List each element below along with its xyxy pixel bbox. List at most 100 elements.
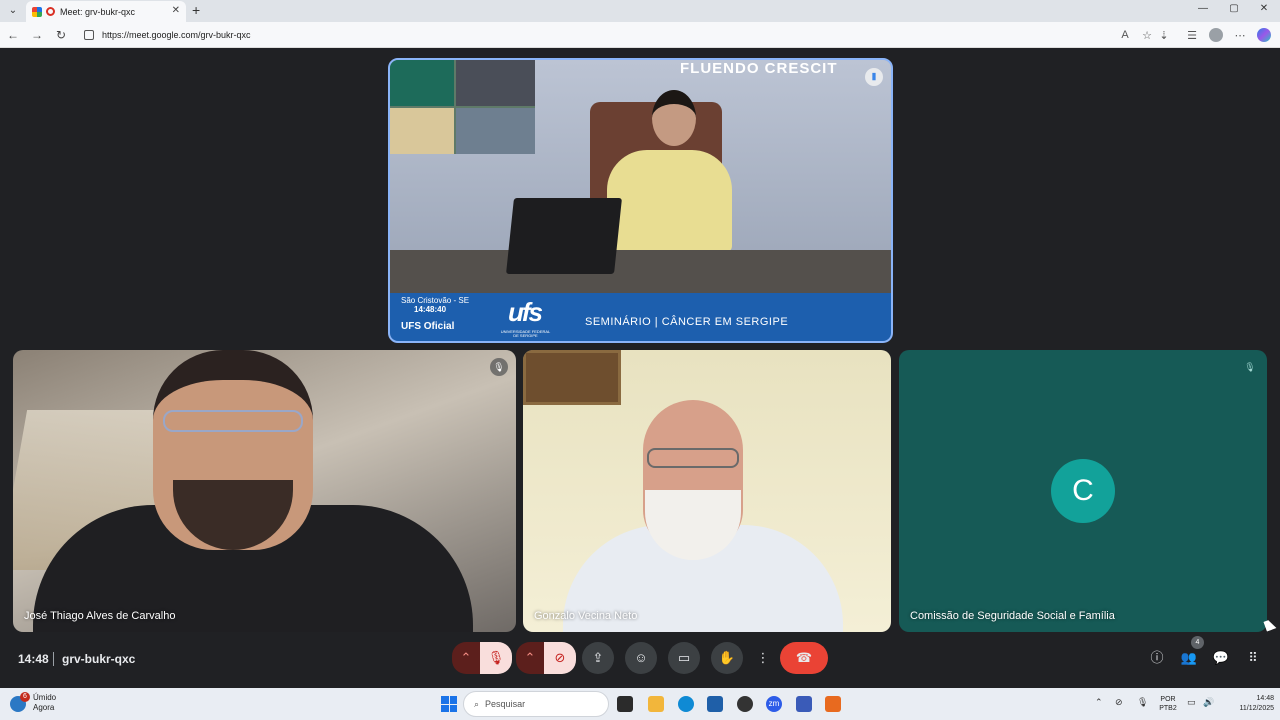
- activities-icon[interactable]: ⠿: [1243, 648, 1263, 668]
- reactions-button[interactable]: ☺: [625, 642, 657, 674]
- clock-date: 11/12/2025: [1239, 705, 1274, 712]
- stream-location: São Cristovão - SE: [401, 296, 470, 305]
- wall-motto: FLUENDO CRESCIT: [680, 60, 838, 77]
- maximize-button[interactable]: ▢: [1227, 3, 1241, 14]
- leave-call-button[interactable]: ☎: [780, 642, 828, 674]
- taskbar-search[interactable]: ⌕ Pesquisar: [463, 691, 609, 717]
- tray-mic-icon[interactable]: 🎙: [1137, 697, 1148, 708]
- download-icon[interactable]: ⇣: [1157, 29, 1171, 42]
- profile-avatar[interactable]: [1209, 28, 1223, 42]
- network-icon[interactable]: ▭: [1187, 697, 1196, 708]
- stream-laptop: [506, 198, 622, 274]
- address-bar[interactable]: https://meet.google.com/grv-bukr-qxc: [78, 25, 1178, 45]
- favorite-star-icon[interactable]: ☆: [1140, 29, 1154, 42]
- stream-time: 14:48:40: [414, 305, 447, 314]
- meet-favicon-icon: [32, 6, 42, 17]
- weather-label: Úmido: [33, 693, 57, 702]
- participant-name: Gonzalo Vecina Neto: [534, 610, 638, 622]
- audio-options-chevron-icon[interactable]: ⌃: [452, 642, 480, 674]
- present-screen-button[interactable]: ⇪: [582, 642, 614, 674]
- weather-badge: 6: [20, 692, 30, 702]
- task-view-icon[interactable]: [617, 696, 633, 712]
- url-text: https://meet.google.com/grv-bukr-qxc: [102, 30, 251, 40]
- weather-widget[interactable]: Úmido Agora: [33, 693, 56, 713]
- speaking-indicator-icon: ⦀: [865, 68, 883, 86]
- video-options-chevron-icon[interactable]: ⌃: [516, 642, 544, 674]
- tab-close-icon[interactable]: ✕: [172, 5, 180, 16]
- recording-icon: [46, 7, 55, 16]
- tray-overflow-icon[interactable]: ⌃: [1095, 697, 1103, 708]
- teams-icon[interactable]: [796, 696, 812, 712]
- search-icon: ⌕: [474, 698, 480, 709]
- raise-hand-button[interactable]: ✋: [711, 642, 743, 674]
- stream-desk: [390, 250, 891, 295]
- tray-app-icon[interactable]: ⊘: [1115, 697, 1123, 708]
- avatar: C: [1051, 459, 1115, 523]
- stream-speaker: [607, 150, 732, 252]
- glasses: [163, 410, 303, 432]
- participant-name: José Thiago Alves de Carvalho: [24, 610, 176, 622]
- people-icon[interactable]: 👥: [1179, 648, 1199, 668]
- keyboard-layout-label: PTB2: [1159, 705, 1177, 712]
- file-explorer-icon[interactable]: [648, 696, 664, 712]
- stream-banner: São Cristovão - SE 14:48:40 UFS Oficial …: [390, 293, 891, 341]
- favorites-icon[interactable]: ☰: [1185, 29, 1199, 42]
- reload-icon[interactable]: ↻: [54, 28, 68, 42]
- beard: [173, 480, 293, 550]
- stream-channel: UFS Oficial: [401, 321, 455, 332]
- mic-toggle-button[interactable]: 🎙: [480, 642, 512, 674]
- captions-button[interactable]: ▭: [668, 642, 700, 674]
- store-icon[interactable]: [707, 696, 723, 712]
- participant-tile[interactable]: Gonzalo Vecina Neto: [523, 350, 891, 632]
- stream-inset-grid: [390, 60, 535, 154]
- volume-icon[interactable]: 🔊: [1203, 697, 1214, 708]
- meet-control-bar: 14:48 grv-bukr-qxc ⌃ 🎙 ⌃ ⊘ ⇪ ☺ ▭ ✋ ⋮ ☎ ⓘ…: [3, 636, 1277, 686]
- mic-off-icon: 🎙: [490, 358, 508, 376]
- chat-icon[interactable]: 💬: [1211, 648, 1231, 668]
- more-options-button[interactable]: ⋮: [754, 642, 772, 674]
- presentation-tile[interactable]: FLUENDO CRESCIT São Cristovão - SE 14:48…: [388, 58, 893, 343]
- camera-toggle-button[interactable]: ⊘: [544, 642, 576, 674]
- more-icon[interactable]: ⋯: [1233, 29, 1247, 42]
- language-label: POR: [1160, 696, 1176, 703]
- browser-tab-strip: ⌄ Meet: grv-bukr-qxc ✕ + — ▢ ✕: [0, 0, 1280, 22]
- participant-count-badge: 4: [1191, 636, 1204, 649]
- site-info-icon[interactable]: [84, 30, 94, 40]
- minimize-button[interactable]: —: [1196, 3, 1210, 14]
- copilot-icon[interactable]: [1257, 28, 1271, 42]
- search-placeholder: Pesquisar: [485, 699, 526, 709]
- meeting-info-icon[interactable]: ⓘ: [1147, 648, 1167, 668]
- participant-face: [153, 350, 313, 550]
- mic-off-icon: 🎙: [1244, 362, 1256, 372]
- app-icon[interactable]: [737, 696, 753, 712]
- participant-face: [643, 400, 743, 560]
- tab-meet[interactable]: Meet: grv-bukr-qxc ✕: [26, 1, 186, 22]
- snipping-tool-icon[interactable]: [825, 696, 841, 712]
- stream-speaker-head: [652, 90, 696, 146]
- meeting-clock: 14:48: [18, 652, 49, 666]
- clock-time: 14:48: [1256, 695, 1274, 702]
- tab-list-icon[interactable]: ⌄: [6, 4, 20, 18]
- tab-title: Meet: grv-bukr-qxc: [60, 6, 136, 17]
- new-tab-button[interactable]: +: [192, 2, 200, 18]
- ufs-logo-subtitle: UNIVERSIDADE FEDERAL DE SERGIPE: [500, 329, 551, 338]
- meet-stage: FLUENDO CRESCIT São Cristovão - SE 14:48…: [3, 49, 1277, 686]
- close-window-button[interactable]: ✕: [1257, 3, 1271, 14]
- system-clock[interactable]: 14:48 11/12/2025: [1224, 694, 1274, 714]
- zoom-icon[interactable]: zm: [766, 696, 782, 712]
- participant-tile[interactable]: 🎙 José Thiago Alves de Carvalho: [13, 350, 516, 632]
- divider: [53, 652, 54, 666]
- participant-tile[interactable]: 🎙 C Comissão de Seguridade Social e Famí…: [899, 350, 1267, 632]
- forward-icon[interactable]: →: [30, 28, 44, 42]
- language-indicator[interactable]: POR PTB2: [1156, 695, 1180, 713]
- glasses: [647, 448, 739, 468]
- taskbar: 6 Úmido Agora ⌕ Pesquisar zm ⌃ ⊘ 🎙 POR P…: [0, 688, 1280, 720]
- read-aloud-icon[interactable]: A: [1118, 29, 1132, 41]
- edge-icon[interactable]: [678, 696, 694, 712]
- ufs-logo: ufs: [508, 297, 543, 327]
- weather-sub: Agora: [33, 703, 55, 712]
- address-toolbar: ← → ↻ https://meet.google.com/grv-bukr-q…: [0, 22, 1280, 48]
- back-icon[interactable]: ←: [6, 28, 20, 42]
- seminar-title: SEMINÁRIO | CÂNCER EM SERGIPE: [585, 316, 789, 328]
- start-button[interactable]: [441, 696, 457, 712]
